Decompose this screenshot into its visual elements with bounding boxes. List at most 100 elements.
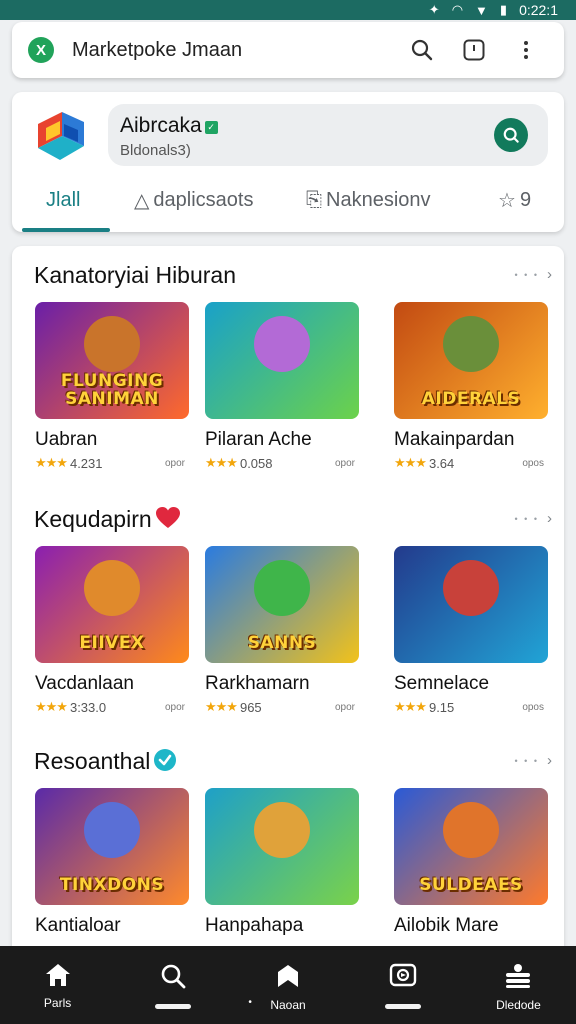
game-thumbnail[interactable]: AIDERALS — [394, 302, 548, 419]
game-card[interactable]: Hanpahapa — [205, 788, 359, 937]
nav-label: Parls — [43, 996, 72, 1010]
game-name: Ailobik Mare — [394, 915, 499, 936]
section-title-text: Kanatoryiai Hiburan — [34, 262, 237, 288]
battery-icon: ▮ — [499, 2, 508, 17]
game-card[interactable]: Semnelace ★★★ 9.15 opos — [394, 546, 548, 715]
nav-indicator — [154, 1004, 191, 1009]
game-card[interactable]: SANNS Rarkhamarn ★★★ 965 opor — [205, 546, 359, 715]
bottom-nav: Parls Naoan • Dledode — [0, 946, 576, 1024]
game-name: Vacdanlaan — [35, 673, 134, 694]
history-button[interactable] — [452, 30, 496, 70]
game-mascot — [254, 560, 310, 616]
rating-stars-icon: ★★★ — [35, 699, 68, 714]
tab-bookmarks[interactable]: ⎘ Naknesionv — [306, 174, 431, 226]
game-name: Rarkhamarn — [205, 673, 310, 694]
tab-favorites-label: 9 — [519, 188, 532, 211]
more-dots-icon: • • • — [514, 269, 539, 280]
game-mascot — [443, 802, 499, 858]
game-meta-label: opor — [334, 701, 355, 713]
game-mascot — [443, 316, 499, 372]
nav-item-home[interactable]: Parls — [0, 946, 115, 1024]
app-subtitle: Bldonals3) — [120, 142, 191, 159]
close-icon[interactable]: X — [28, 37, 54, 63]
tab-favorites[interactable]: ☆ 9 — [498, 174, 531, 226]
app-info-pill[interactable]: Aibrcaka ✓ Bldonals3) — [108, 104, 548, 166]
app-search-button[interactable] — [494, 118, 528, 152]
game-rating: 4.231 — [69, 455, 103, 471]
game-meta-label: opor — [164, 701, 185, 713]
verified-check-icon — [154, 749, 177, 771]
game-meta: ★★★ 3.64 opos — [394, 455, 544, 471]
game-mascot — [84, 802, 140, 858]
game-thumbnail[interactable]: FLUNGING SANIMAN — [35, 302, 189, 419]
game-mascot — [84, 560, 140, 616]
game-mascot — [254, 802, 310, 858]
game-card[interactable]: TINXDONS Kantialoar — [35, 788, 189, 937]
game-card[interactable]: Pilaran Ache ★★★ 0.058 opor — [205, 302, 359, 471]
rating-stars-icon: ★★★ — [394, 455, 427, 470]
nav-item-search[interactable] — [115, 946, 230, 1024]
game-rating: 3.64 — [428, 455, 455, 471]
app-name-text: Aibrcaka — [120, 114, 202, 137]
game-rating: 965 — [239, 699, 262, 715]
section-more-button[interactable]: • • • › — [515, 510, 552, 527]
nav-item-library[interactable]: Dledode — [461, 946, 576, 1024]
nav-item-games[interactable] — [346, 946, 461, 1024]
games-icon — [390, 963, 417, 987]
more-dots-icon: • • • — [514, 513, 539, 524]
status-bar: ✦ ◠ ▼ ▮ 0:22:1 — [0, 0, 576, 20]
game-card[interactable]: SULDEAES Ailobik Mare — [394, 788, 548, 937]
game-mascot — [443, 560, 499, 616]
game-name: Uabran — [35, 429, 98, 450]
nav-indicator — [385, 1004, 422, 1009]
game-thumbnail-title: SANNS — [247, 633, 317, 654]
nav-dot: • — [248, 997, 252, 1008]
section-title-text: Kequdapirn — [34, 506, 152, 532]
section-title: Resoanthal — [34, 748, 177, 775]
section-more-button[interactable]: • • • › — [515, 752, 552, 769]
game-thumbnail[interactable]: EIIVEX — [35, 546, 189, 663]
search-button[interactable] — [400, 30, 444, 70]
game-thumbnail[interactable] — [394, 546, 548, 663]
game-thumbnail[interactable]: TINXDONS — [35, 788, 189, 905]
star-outline-icon: ☆ — [498, 189, 516, 212]
search-icon — [503, 127, 519, 143]
tab-bar: Jlall △ daplicsaots ⎘ Naknesionv ☆ 9 — [12, 174, 564, 232]
game-thumbnail-title: SULDEAES — [419, 875, 523, 896]
game-thumbnail-title: TINXDONS — [59, 875, 165, 896]
nav-item-bookmarks[interactable]: Naoan • — [230, 946, 345, 1024]
game-thumbnail-title: EIIVEX — [79, 633, 145, 654]
game-name: Hanpahapa — [205, 915, 304, 936]
game-card[interactable]: AIDERALS Makainpardan ★★★ 3.64 opos — [394, 302, 548, 471]
verified-badge: ✓ — [204, 121, 218, 134]
search-bar-title[interactable]: Marketpoke Jmaan — [72, 39, 392, 62]
chevron-right-icon: › — [547, 752, 552, 769]
game-name: Makainpardan — [394, 429, 515, 450]
rating-stars-icon: ★★★ — [394, 699, 427, 714]
game-rating: 9.15 — [428, 699, 455, 715]
tab-applications[interactable]: △ daplicsaots — [134, 174, 253, 226]
game-meta-label: opos — [522, 701, 544, 713]
clock-square-icon — [463, 39, 485, 61]
game-rating: 3:33.0 — [69, 699, 107, 715]
app-name: Aibrcaka ✓ — [120, 114, 218, 138]
tab-all-label: Jlall — [46, 188, 81, 211]
game-thumbnail[interactable] — [205, 302, 359, 419]
game-card[interactable]: FLUNGING SANIMAN Uabran ★★★ 4.231 opor — [35, 302, 189, 471]
tab-applications-label: daplicsaots — [153, 188, 254, 211]
game-thumbnail[interactable] — [205, 788, 359, 905]
app-header-card: Aibrcaka ✓ Bldonals3) Jlall △ daplicsaots… — [12, 92, 564, 232]
game-thumbnail[interactable]: SULDEAES — [394, 788, 548, 905]
tab-bookmarks-label: Naknesionv — [326, 188, 431, 211]
game-name: Semnelace — [394, 673, 490, 694]
tab-all[interactable]: Jlall — [46, 174, 80, 226]
search-bar[interactable]: X Marketpoke Jmaan — [12, 22, 564, 78]
game-meta-label: opos — [522, 457, 544, 469]
more-vert-icon — [524, 41, 528, 59]
nav-label: Dledode — [496, 998, 541, 1012]
chevron-right-icon: › — [547, 266, 552, 283]
game-thumbnail[interactable]: SANNS — [205, 546, 359, 663]
game-card[interactable]: EIIVEX Vacdanlaan ★★★ 3:33.0 opor — [35, 546, 189, 715]
more-options-button[interactable] — [504, 30, 548, 70]
section-more-button[interactable]: • • • › — [515, 266, 552, 283]
